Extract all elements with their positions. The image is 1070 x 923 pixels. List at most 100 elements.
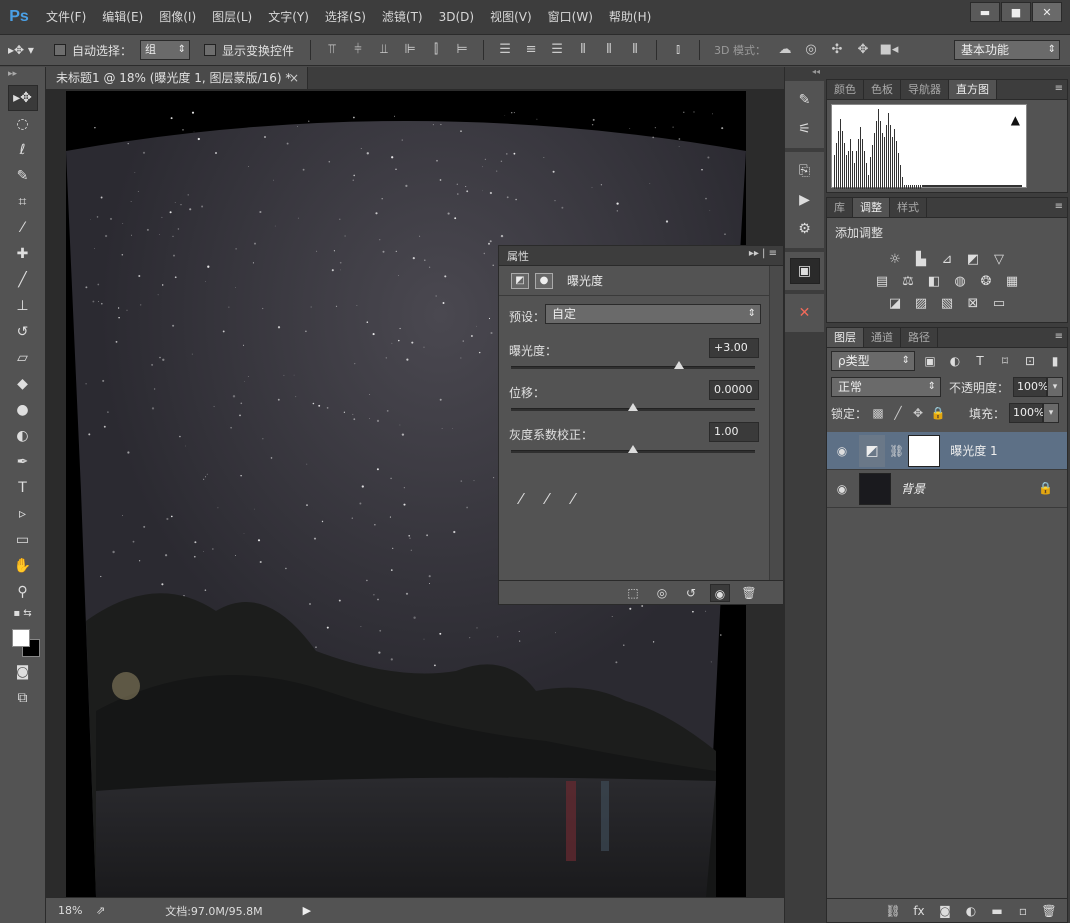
menu-filter[interactable]: 滤镜(T) <box>374 0 431 34</box>
fill-field[interactable]: 100% <box>1009 403 1044 423</box>
gamma-value-field[interactable]: 1.00 <box>709 422 759 442</box>
color-swatches[interactable] <box>8 625 40 657</box>
tab-navigator[interactable]: 导航器 <box>901 80 949 99</box>
clip-to-layer-icon[interactable]: ⬚ <box>623 584 643 602</box>
background-layer-thumbnail[interactable] <box>859 472 891 505</box>
offset-slider-thumb[interactable] <box>628 403 638 411</box>
workspace-dropdown[interactable]: 基本功能 <box>954 40 1060 60</box>
properties-panel-icon[interactable]: ▣ <box>789 258 820 284</box>
fill-dropdown-arrow[interactable]: ▾ <box>1043 403 1060 423</box>
gamma-slider[interactable] <box>511 445 755 453</box>
3d-slide-icon[interactable]: ✥ <box>853 40 873 60</box>
exposure-value-field[interactable]: +3.00 <box>709 338 759 358</box>
align-vcenter-icon[interactable]: ⫩ <box>348 40 368 60</box>
move-tool-icon[interactable]: ▸✥ <box>7 85 38 111</box>
layer-style-fx-icon[interactable]: fx <box>909 904 929 918</box>
invert-icon[interactable]: ◪ <box>885 295 905 313</box>
black-point-eyedropper-icon[interactable]: ⁄ <box>511 490 531 510</box>
3d-scale-icon[interactable]: ■◂ <box>879 40 899 60</box>
share-icon[interactable]: ⇗ <box>96 904 105 917</box>
history-brush-tool-icon[interactable]: ↺ <box>8 319 38 345</box>
lock-all-icon[interactable]: 🔒 <box>929 406 947 420</box>
brightness-contrast-icon[interactable]: ☼ <box>885 251 905 269</box>
exposure-icon[interactable]: ◩ <box>963 251 983 269</box>
cache-warning-icon[interactable]: ▲ <box>1011 113 1020 127</box>
eye-icon[interactable]: ◉ <box>827 444 857 458</box>
filter-pixel-icon[interactable]: ▣ <box>920 354 940 368</box>
layer-name[interactable]: 曝光度 1 <box>950 442 997 459</box>
levels-icon[interactable]: ▙ <box>911 251 931 269</box>
align-bottom-icon[interactable]: ⫫ <box>374 40 394 60</box>
filter-type-icon[interactable]: T <box>970 354 990 368</box>
tab-styles[interactable]: 样式 <box>890 198 927 217</box>
tool-presets-icon[interactable]: ⚟ <box>790 116 820 142</box>
dodge-tool-icon[interactable]: ◐ <box>8 423 38 449</box>
menu-type[interactable]: 文字(Y) <box>260 0 317 34</box>
panel-menu-icon[interactable]: ≡ <box>1055 201 1063 212</box>
auto-select-checkbox[interactable] <box>54 44 66 56</box>
close-tools-icon[interactable]: ✕ <box>790 300 820 326</box>
strip-collapse-icon[interactable]: ◂◂ <box>785 67 824 81</box>
rectangle-tool-icon[interactable]: ▭ <box>8 527 38 553</box>
channel-mixer-icon[interactable]: ❂ <box>976 273 996 291</box>
offset-value-field[interactable]: 0.0000 <box>709 380 759 400</box>
auto-align-icon[interactable]: ⫾ <box>668 40 688 60</box>
3d-drag-icon[interactable]: ✣ <box>827 40 847 60</box>
brush-tool-icon[interactable]: ╱ <box>8 267 38 293</box>
filter-kind-dropdown[interactable]: ρ类型 <box>831 351 915 371</box>
screen-mode-icon[interactable]: ⧉ <box>8 685 38 711</box>
exposure-adjustment-icon[interactable]: ◩ <box>511 272 529 289</box>
lock-transparent-pixels-icon[interactable]: ▩ <box>869 406 887 420</box>
align-right-icon[interactable]: ⊨ <box>452 40 472 60</box>
hand-tool-icon[interactable]: ✋ <box>8 553 38 579</box>
color-balance-icon[interactable]: ⚖ <box>898 273 918 291</box>
history-icon[interactable]: ⎘ <box>790 158 820 184</box>
tab-paths[interactable]: 路径 <box>901 328 938 347</box>
layer-background[interactable]: ◉ 背景 🔒 <box>827 470 1067 508</box>
adjustment-layer-thumbnail[interactable]: ◩ <box>859 434 885 467</box>
document-tab[interactable]: 未标题1 @ 18% (曝光度 1, 图层蒙版/16) * × <box>46 67 308 89</box>
status-menu-arrow[interactable]: ▶ <box>303 904 311 917</box>
black-white-icon[interactable]: ◧ <box>924 273 944 291</box>
exposure-slider[interactable] <box>511 361 755 369</box>
gamma-slider-thumb[interactable] <box>628 445 638 453</box>
collapse-toolbar-icon[interactable]: ▸▸ <box>0 67 45 85</box>
distribute-top-icon[interactable]: ☰ <box>495 40 515 60</box>
auto-select-dropdown[interactable]: 组 <box>140 40 191 60</box>
reset-adjustment-icon[interactable]: ↺ <box>681 584 701 602</box>
3d-icon[interactable]: ⚙ <box>790 216 820 242</box>
distribute-right-icon[interactable]: ⦀ <box>625 40 645 60</box>
clone-stamp-tool-icon[interactable]: ⊥ <box>8 293 38 319</box>
properties-scrollbar[interactable] <box>769 266 783 582</box>
move-tool-preset-icon[interactable]: ▸✥ ▾ <box>8 38 54 62</box>
menu-image[interactable]: 图像(I) <box>151 0 204 34</box>
pen-tool-icon[interactable]: ✒ <box>8 449 38 475</box>
threshold-icon[interactable]: ▧ <box>937 295 957 313</box>
distribute-left-icon[interactable]: ⦀ <box>573 40 593 60</box>
crop-tool-icon[interactable]: ⌗ <box>8 189 38 215</box>
filter-shape-icon[interactable]: ⌑ <box>995 354 1015 368</box>
zoom-tool-icon[interactable]: ⚲ <box>8 579 38 605</box>
delete-layer-icon[interactable]: 🗑 <box>1039 904 1059 918</box>
menu-layer[interactable]: 图层(L) <box>204 0 260 34</box>
new-adjustment-icon[interactable]: ◐ <box>961 904 981 918</box>
white-point-eyedropper-icon[interactable]: ⁄ <box>563 490 583 510</box>
new-layer-icon[interactable]: ▫ <box>1013 904 1033 918</box>
tab-swatches[interactable]: 色板 <box>864 80 901 99</box>
layer-exposure[interactable]: ◉ ◩ ⛓ 曝光度 1 <box>827 432 1067 470</box>
opacity-field[interactable]: 100% <box>1013 377 1048 397</box>
distribute-hcenter-icon[interactable]: ⫴ <box>599 40 619 60</box>
distribute-vcenter-icon[interactable]: ≡ <box>521 40 541 60</box>
preset-dropdown[interactable]: 自定 <box>545 304 761 324</box>
3d-rotate-icon[interactable]: ☁ <box>775 40 795 60</box>
eraser-tool-icon[interactable]: ▱ <box>8 345 38 371</box>
marquee-tool-icon[interactable]: ◌ <box>8 111 38 137</box>
tab-libraries[interactable]: 库 <box>827 198 853 217</box>
gradient-map-icon[interactable]: ▭ <box>989 295 1009 313</box>
vibrance-icon[interactable]: ▽ <box>989 251 1009 269</box>
menu-edit[interactable]: 编辑(E) <box>94 0 151 34</box>
brush-presets-icon[interactable]: ✎ <box>790 87 820 113</box>
eye-icon[interactable]: ◉ <box>827 482 857 496</box>
menu-view[interactable]: 视图(V) <box>482 0 540 34</box>
align-top-icon[interactable]: ⫪ <box>322 40 342 60</box>
